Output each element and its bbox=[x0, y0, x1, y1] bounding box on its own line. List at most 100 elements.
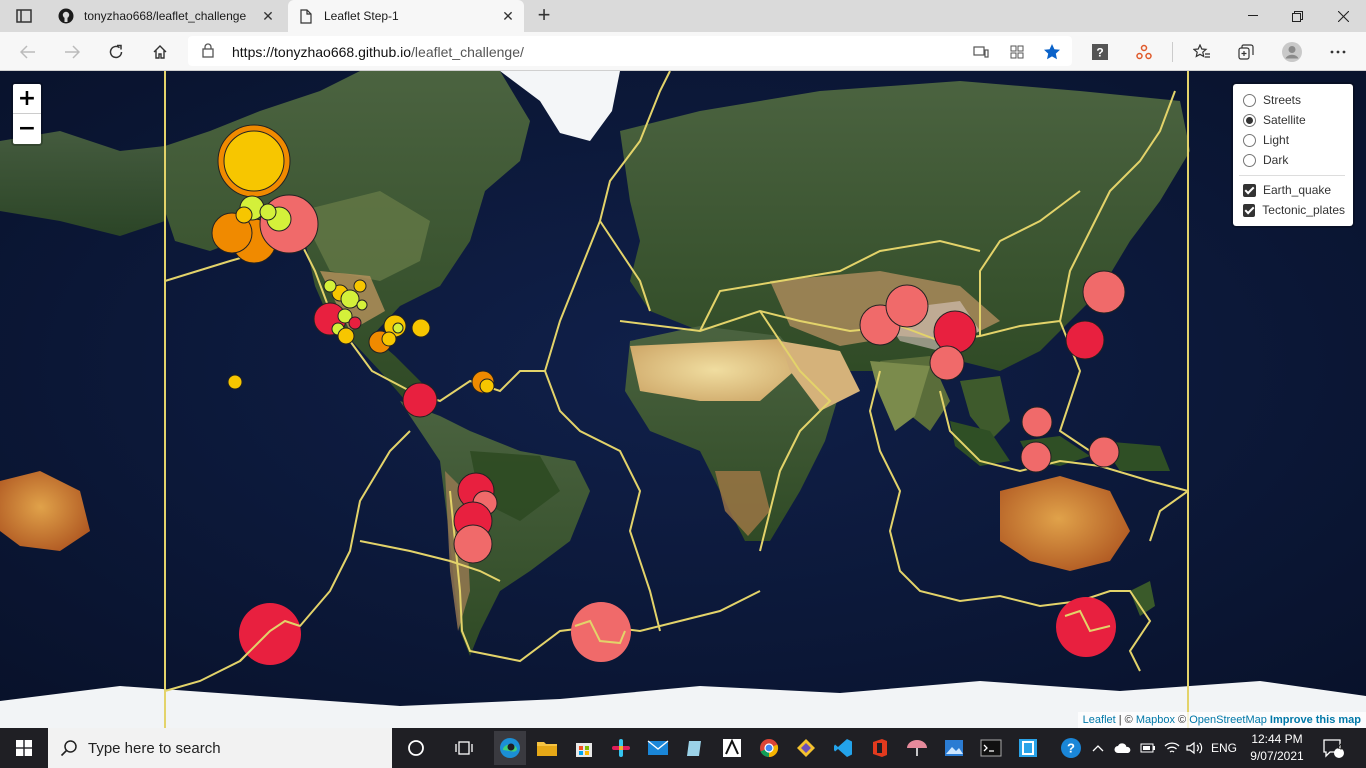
close-window-icon[interactable] bbox=[1320, 0, 1366, 32]
quake-marker[interactable] bbox=[1065, 320, 1105, 360]
home-icon[interactable] bbox=[146, 38, 174, 66]
office-icon[interactable] bbox=[866, 734, 894, 762]
system-clock[interactable]: 12:44 PM 9/07/2021 bbox=[1244, 731, 1310, 765]
collections-icon[interactable] bbox=[1232, 38, 1260, 66]
quake-marker[interactable] bbox=[381, 331, 397, 347]
refresh-icon[interactable] bbox=[102, 38, 130, 66]
extension-icon[interactable] bbox=[1130, 38, 1158, 66]
cloud-icon[interactable] bbox=[1114, 728, 1132, 768]
quake-marker[interactable] bbox=[353, 279, 367, 293]
checkbox[interactable] bbox=[1243, 183, 1256, 197]
favorites-icon[interactable] bbox=[1188, 38, 1216, 66]
language-indicator[interactable]: ENG bbox=[1211, 728, 1237, 768]
tab-title: Leaflet Step-1 bbox=[324, 9, 399, 23]
quake-marker[interactable] bbox=[929, 345, 965, 381]
base-layer-dark[interactable]: Dark bbox=[1243, 150, 1345, 170]
terminal-icon[interactable] bbox=[977, 734, 1005, 762]
notifications-icon[interactable]: 4 bbox=[1322, 728, 1344, 768]
forward-icon[interactable] bbox=[58, 38, 86, 66]
quake-marker[interactable] bbox=[323, 279, 337, 293]
inkscape-app-icon[interactable] bbox=[718, 734, 746, 762]
notes-app-icon[interactable] bbox=[681, 734, 709, 762]
tab-github[interactable]: tonyzhao668/leaflet_challenge ✕ bbox=[48, 0, 284, 32]
quake-marker[interactable] bbox=[885, 284, 929, 328]
quake-marker[interactable] bbox=[453, 524, 493, 564]
quake-marker[interactable] bbox=[411, 318, 431, 338]
tab-actions-icon[interactable] bbox=[10, 6, 38, 26]
quake-marker[interactable] bbox=[1088, 436, 1120, 468]
checkbox[interactable] bbox=[1243, 203, 1256, 217]
overlay-earth-quake[interactable]: Earth_quake bbox=[1243, 180, 1345, 200]
slack-icon[interactable] bbox=[607, 734, 635, 762]
windows-start-icon[interactable] bbox=[0, 728, 48, 768]
quake-marker[interactable] bbox=[392, 322, 404, 334]
favorite-star-icon[interactable] bbox=[1043, 43, 1061, 61]
umbrella-app-icon[interactable] bbox=[903, 734, 931, 762]
vscode-icon[interactable] bbox=[829, 734, 857, 762]
close-tab-icon[interactable]: ✕ bbox=[260, 8, 276, 24]
browser-tab-strip: tonyzhao668/leaflet_challenge ✕ Leaflet … bbox=[0, 0, 1366, 32]
zoom-out-button[interactable]: − bbox=[13, 114, 41, 144]
base-layer-streets[interactable]: Streets bbox=[1243, 90, 1345, 110]
store-icon[interactable] bbox=[570, 734, 598, 762]
battery-icon[interactable] bbox=[1140, 728, 1156, 768]
radio-button[interactable] bbox=[1243, 93, 1256, 107]
profile-avatar-icon[interactable] bbox=[1278, 38, 1306, 66]
read-aloud-icon[interactable] bbox=[972, 43, 990, 61]
radio-button[interactable] bbox=[1243, 133, 1256, 147]
photos-app-icon[interactable] bbox=[940, 734, 968, 762]
lock-icon[interactable] bbox=[202, 43, 216, 59]
edge-browser-icon[interactable] bbox=[494, 731, 526, 765]
leaflet-link[interactable]: Leaflet bbox=[1083, 714, 1116, 726]
zoom-in-button[interactable]: + bbox=[13, 84, 41, 114]
mapbox-link[interactable]: Mapbox bbox=[1136, 714, 1175, 726]
help-tray-icon[interactable]: ? bbox=[1060, 728, 1082, 768]
quake-marker[interactable] bbox=[933, 310, 977, 354]
volume-icon[interactable] bbox=[1186, 728, 1204, 768]
tab-leaflet-step-1[interactable]: Leaflet Step-1 ✕ bbox=[288, 0, 524, 32]
quake-marker[interactable] bbox=[1020, 441, 1052, 473]
new-tab-button[interactable]: + bbox=[532, 4, 556, 28]
page-icon bbox=[298, 8, 314, 24]
apps-icon[interactable] bbox=[1008, 43, 1026, 61]
restore-icon[interactable] bbox=[1274, 0, 1320, 32]
quake-marker[interactable] bbox=[227, 374, 243, 390]
improve-map-link[interactable]: Improve this map bbox=[1270, 714, 1361, 726]
address-bar[interactable]: https://tonyzhao668.github.io/leaflet_ch… bbox=[188, 36, 1072, 66]
quake-marker[interactable] bbox=[1021, 406, 1053, 438]
file-explorer-icon[interactable] bbox=[533, 734, 561, 762]
base-layer-light[interactable]: Light bbox=[1243, 130, 1345, 150]
mail-icon[interactable] bbox=[644, 734, 672, 762]
close-tab-icon[interactable]: ✕ bbox=[500, 8, 516, 24]
cortana-icon[interactable] bbox=[402, 734, 430, 762]
minimize-icon[interactable] bbox=[1230, 0, 1276, 32]
quake-marker[interactable] bbox=[571, 602, 631, 662]
quake-marker[interactable] bbox=[479, 378, 495, 394]
chrome-icon[interactable] bbox=[755, 734, 783, 762]
quake-marker[interactable] bbox=[259, 203, 277, 221]
overlay-tectonic-plates[interactable]: Tectonic_plates bbox=[1243, 200, 1345, 220]
radio-button[interactable] bbox=[1243, 153, 1256, 167]
back-icon[interactable] bbox=[14, 38, 42, 66]
osm-link[interactable]: OpenStreetMap bbox=[1189, 714, 1267, 726]
taskbar-search-box[interactable]: Type here to search bbox=[48, 728, 392, 768]
git-app-icon[interactable] bbox=[792, 734, 820, 762]
quake-marker[interactable] bbox=[235, 206, 253, 224]
help-icon[interactable]: ? bbox=[1086, 38, 1114, 66]
base-layer-satellite[interactable]: Satellite bbox=[1243, 110, 1345, 130]
quake-marker[interactable] bbox=[223, 130, 285, 192]
leaflet-map[interactable]: + − Streets Satellite Light Dark Earth_q… bbox=[0, 71, 1366, 728]
quake-marker[interactable] bbox=[356, 299, 368, 311]
task-view-icon[interactable] bbox=[450, 734, 478, 762]
remote-app-icon[interactable] bbox=[1014, 734, 1042, 762]
chevron-up-icon[interactable] bbox=[1092, 728, 1104, 768]
quake-marker[interactable] bbox=[337, 327, 355, 345]
wifi-icon[interactable] bbox=[1164, 728, 1180, 768]
quake-marker[interactable] bbox=[402, 382, 438, 418]
quake-marker[interactable] bbox=[348, 316, 362, 330]
quake-marker[interactable] bbox=[239, 603, 301, 665]
quake-marker[interactable] bbox=[1082, 270, 1126, 314]
quake-marker[interactable] bbox=[340, 289, 360, 309]
radio-button[interactable] bbox=[1243, 113, 1256, 127]
more-menu-icon[interactable] bbox=[1324, 38, 1352, 66]
